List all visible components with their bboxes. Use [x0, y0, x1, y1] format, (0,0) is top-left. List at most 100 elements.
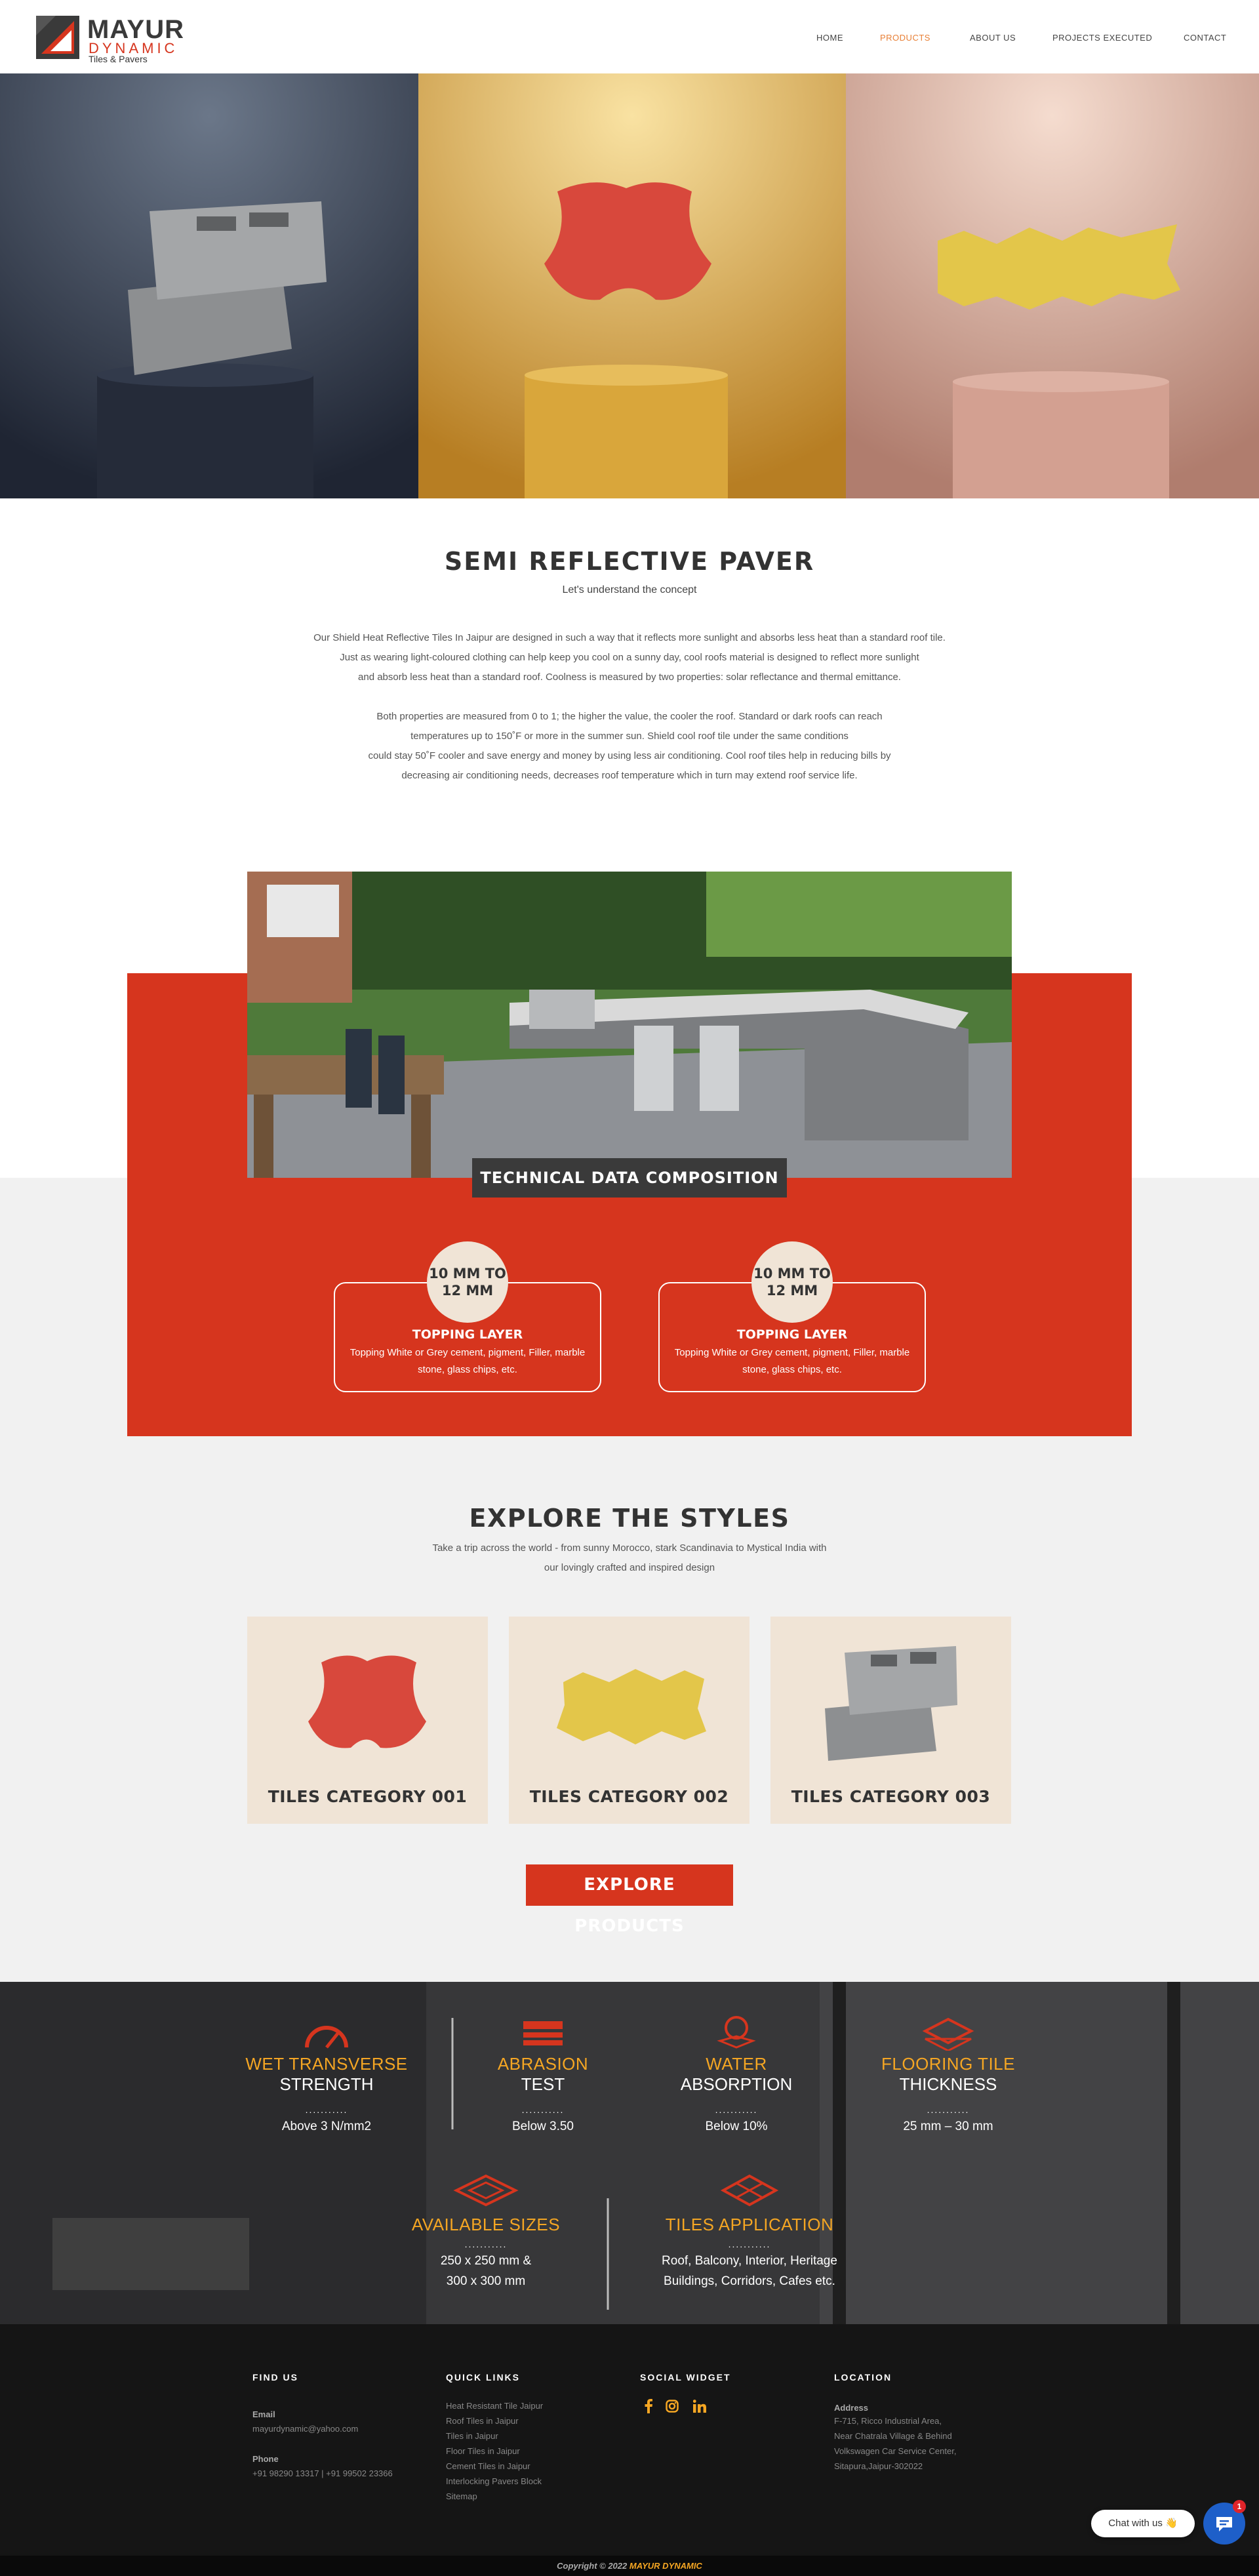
- tile-layers-icon: [840, 2011, 1056, 2052]
- explore-subtitle-2: our lovingly crafted and inspired design: [544, 1562, 715, 1573]
- footer-location-title: LOCATION: [834, 2372, 892, 2383]
- stat-title-4: FLOORING TILE: [881, 2054, 1015, 2074]
- footer-link[interactable]: Cement Tiles in Jaipur: [446, 2459, 543, 2474]
- stat-value-3: Below 10%: [705, 2120, 768, 2133]
- tile-size-icon: [378, 2171, 594, 2210]
- instagram-icon[interactable]: [666, 2400, 679, 2413]
- semi-reflective-subtitle: Let's understand the concept: [562, 584, 697, 595]
- para-line: decreasing air conditioning needs, decre…: [401, 770, 858, 781]
- patio-image: [247, 872, 1012, 1178]
- tile-apply-icon: [641, 2171, 858, 2210]
- stat-title-1: WET TRANSVERSE: [245, 2054, 408, 2074]
- footer-link[interactable]: Roof Tiles in Jaipur: [446, 2413, 543, 2428]
- explore-title: EXPLORE THE STYLES: [469, 1504, 790, 1533]
- stat-value-4: 25 mm – 30 mm: [903, 2120, 993, 2133]
- footer-address: F-715, Ricco Industrial Area, Near Chatr…: [834, 2413, 956, 2474]
- size-line: 12 MM: [441, 1283, 494, 1298]
- stat-title-3: WATER: [706, 2054, 767, 2074]
- tiles-category-label-2: TILES CATEGORY 002: [529, 1787, 729, 1806]
- stat-value-6b: Buildings, Corridors, Cafes etc.: [664, 2274, 835, 2288]
- stat-value-2: Below 3.50: [511, 2120, 574, 2133]
- patio-photo: [247, 872, 1012, 1178]
- copyright-bar: Copyright © 2022 MAYUR DYNAMIC: [0, 2556, 1259, 2576]
- tiles-category-label-3: TILES CATEGORY 003: [791, 1787, 991, 1806]
- footer-email[interactable]: mayurdynamic@yahoo.com: [252, 2421, 358, 2436]
- para-line: Both properties are measured from 0 to 1…: [376, 711, 883, 722]
- facebook-icon[interactable]: [644, 2399, 653, 2413]
- stat-divider-1: ...........: [305, 2104, 348, 2115]
- footer-link[interactable]: Sitemap: [446, 2489, 543, 2504]
- gauge-icon: [218, 2011, 435, 2051]
- nav-about[interactable]: ABOUT US: [970, 33, 1016, 43]
- red-paver-icon: [308, 1655, 426, 1748]
- size-line: 12 MM: [766, 1283, 818, 1298]
- stat-subtitle-3: ABSORPTION: [680, 2074, 793, 2094]
- size-line: 10 MM TO: [429, 1266, 506, 1281]
- technical-card-desc-1: Topping White or Grey cement, pigment, F…: [350, 1347, 586, 1375]
- para-line: Just as wearing light-coloured clothing …: [340, 652, 919, 663]
- stat-divider-5: ...........: [464, 2239, 508, 2249]
- para-line: could stay 50˚F cooler and save energy a…: [368, 750, 891, 761]
- stat-value-5b: 300 x 300 mm: [446, 2274, 526, 2288]
- stat-divider-6: ...........: [728, 2239, 771, 2249]
- stat-divider-3: ...........: [715, 2104, 758, 2115]
- technical-card-label-1: TOPPING LAYER: [412, 1327, 523, 1342]
- stat-divider-2: ...........: [521, 2104, 565, 2115]
- explore-subtitle-1: Take a trip across the world - from sunn…: [432, 1542, 827, 1554]
- address-line: Sitapura,Jaipur-302022: [834, 2461, 923, 2471]
- tiles-category-card-2[interactable]: TILES CATEGORY 002: [509, 1617, 749, 1824]
- water-drop-icon: [628, 2011, 845, 2051]
- explore-products-button[interactable]: EXPLORE PRODUCTS: [526, 1864, 733, 1936]
- linkedin-icon[interactable]: [693, 2400, 706, 2413]
- footer-link[interactable]: Floor Tiles in Jaipur: [446, 2444, 543, 2459]
- site-header: MAYUR DYNAMIC Tiles & Pavers HOME PRODUC…: [0, 0, 1259, 73]
- chat-notification-badge: 1: [1233, 2500, 1246, 2513]
- logo[interactable]: MAYUR DYNAMIC Tiles & Pavers: [36, 15, 193, 64]
- logo-name: MAYUR: [87, 15, 184, 44]
- address-line: Volkswagen Car Service Center,: [834, 2446, 957, 2456]
- para-line: temperatures up to 150˚F or more in the …: [410, 731, 849, 742]
- semi-reflective-para-2: Both properties are measured from 0 to 1…: [236, 707, 1023, 786]
- tiles-category-card-1[interactable]: TILES CATEGORY 001: [247, 1617, 488, 1824]
- tiles-category-card-3[interactable]: TILES CATEGORY 003: [770, 1617, 1011, 1824]
- footer-social-title: SOCIAL WIDGET: [640, 2372, 731, 2383]
- copyright-brand[interactable]: MAYUR DYNAMIC: [630, 2561, 702, 2571]
- footer-address-label: Address: [834, 2403, 869, 2413]
- nav-products[interactable]: PRODUCTS: [880, 33, 930, 43]
- footer-link[interactable]: Interlocking Pavers Block: [446, 2474, 543, 2489]
- nav-contact[interactable]: CONTACT: [1184, 33, 1226, 43]
- address-line: F-715, Ricco Industrial Area,: [834, 2416, 942, 2426]
- logo-mark-icon: [36, 16, 79, 59]
- address-line: Near Chatrala Village & Behind: [834, 2431, 952, 2441]
- para-line: and absorb less heat than a standard roo…: [358, 672, 901, 683]
- logo-tagline: Tiles & Pavers: [89, 54, 148, 64]
- concrete-block-icon: [825, 1646, 957, 1761]
- stat-title-6: TILES APPLICATION: [665, 2215, 834, 2234]
- semi-reflective-title: SEMI REFLECTIVE PAVER: [444, 547, 815, 576]
- stat-title-2: ABRASION: [497, 2054, 589, 2074]
- technical-size-circle-2: 10 MM TO 12 MM: [751, 1241, 833, 1323]
- footer-link[interactable]: Heat Resistant Tile Jaipur: [446, 2398, 543, 2413]
- semi-reflective-para-1: Our Shield Heat Reflective Tiles In Jaip…: [236, 628, 1023, 687]
- footer-phone[interactable]: +91 98290 13317 | +91 99502 23366: [252, 2466, 393, 2481]
- technical-title: TECHNICAL DATA COMPOSITION: [472, 1158, 787, 1197]
- stat-divider-4: ...........: [927, 2104, 970, 2115]
- nav-home[interactable]: HOME: [816, 33, 843, 43]
- footer-link[interactable]: Tiles in Jaipur: [446, 2428, 543, 2444]
- technical-card-label-2: TOPPING LAYER: [736, 1327, 848, 1342]
- stat-subtitle-2: TEST: [521, 2074, 565, 2094]
- hero-banner: [0, 73, 1259, 498]
- technical-size-circle-1: 10 MM TO 12 MM: [427, 1241, 508, 1323]
- size-line: 10 MM TO: [753, 1266, 831, 1281]
- stat-value-6a: Roof, Balcony, Interior, Heritage: [662, 2254, 837, 2268]
- stat-value-1: Above 3 N/mm2: [281, 2120, 372, 2133]
- chat-with-us-label[interactable]: Chat with us 👋: [1091, 2510, 1195, 2537]
- footer-quick-links: Heat Resistant Tile Jaipur Roof Tiles in…: [446, 2398, 543, 2504]
- footer-email-label: Email: [252, 2409, 275, 2419]
- footer-phone-label: Phone: [252, 2454, 279, 2464]
- nav-projects[interactable]: PROJECTS EXECUTED: [1052, 33, 1152, 43]
- stat-subtitle-4: THICKNESS: [899, 2074, 997, 2094]
- stat-value-5a: 250 x 250 mm &: [440, 2254, 532, 2268]
- copyright-text: Copyright © 2022: [557, 2561, 628, 2571]
- para-line: Our Shield Heat Reflective Tiles In Jaip…: [313, 632, 946, 643]
